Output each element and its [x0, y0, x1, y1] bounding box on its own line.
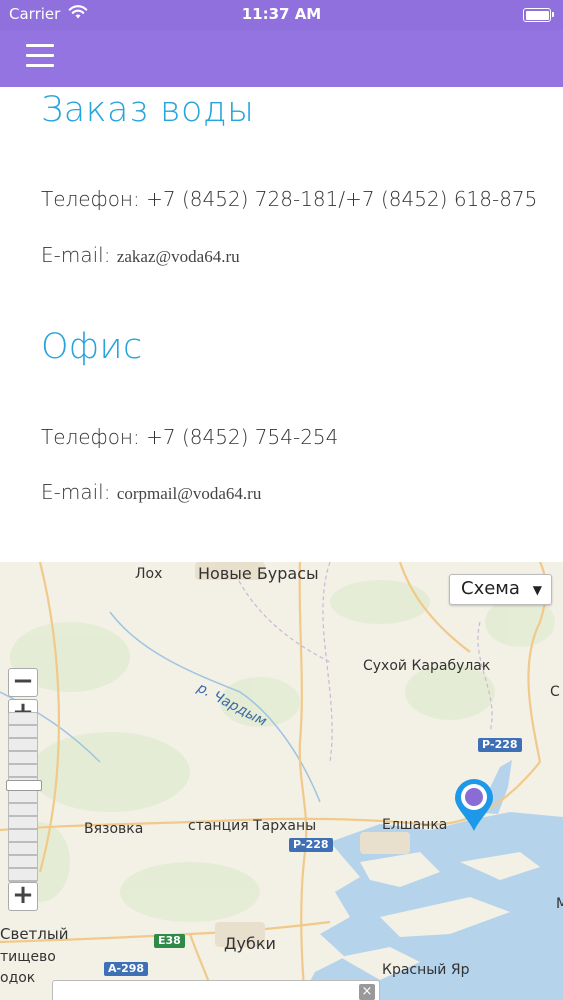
battery-icon	[523, 8, 554, 22]
zoom-out-button[interactable]: −	[8, 668, 38, 697]
map-label-sukhoy-karabulak: Сухой Карабулак	[363, 658, 491, 674]
office-email-link[interactable]: corpmail@voda64.ru	[117, 484, 262, 503]
map-type-label: Схема	[461, 578, 520, 599]
map-label-lokh: Лох	[135, 566, 163, 582]
zoom-in-bottom-button[interactable]: +	[8, 882, 38, 911]
clock: 11:37 AM	[241, 5, 322, 23]
order-phone-label: Телефон:	[41, 187, 147, 211]
road-badge-a298: А-298	[104, 962, 149, 976]
map-label-odok: одок	[0, 970, 36, 986]
map-label-vyazovka: Вязовка	[84, 821, 144, 837]
close-icon[interactable]: ×	[359, 984, 375, 1000]
order-section-title: Заказ воды	[41, 90, 255, 130]
map-label-krasny-yar: Красный Яр	[382, 962, 470, 978]
office-section-title: Офис	[41, 327, 143, 367]
office-phone-label: Телефон:	[41, 425, 147, 449]
location-map[interactable]: Лох Новые Бурасы Сухой Карабулак С р. Ча…	[0, 562, 563, 1000]
order-phone-line: Телефон: +7 (8452) 728-181/+7 (8452) 618…	[41, 187, 537, 211]
order-phone-value[interactable]: +7 (8452) 728-181/+7 (8452) 618-875	[146, 187, 537, 211]
status-bar: Carrier 11:37 AM	[0, 0, 563, 30]
office-email-label: E-mail:	[41, 480, 117, 504]
map-label-tarkhany: станция Тарханы	[188, 818, 317, 834]
top-navbar	[0, 30, 563, 87]
map-label-novye-burasy: Новые Бурасы	[198, 564, 319, 583]
map-label-m-edge: М	[556, 896, 563, 912]
map-label-svetly: Светлый	[0, 925, 69, 943]
map-label-dubki: Дубки	[224, 934, 276, 953]
road-badge-r228-top: Р-228	[478, 738, 522, 752]
office-phone-value[interactable]: +7 (8452) 754-254	[146, 425, 338, 449]
map-label-s-edge: С	[550, 684, 560, 700]
map-info-box: ×	[52, 980, 380, 1000]
map-label-elshanka: Елшанка	[382, 817, 448, 833]
office-phone-line: Телефон: +7 (8452) 754-254	[41, 425, 338, 449]
zoom-slider-track[interactable]	[8, 712, 38, 882]
zoom-slider-handle[interactable]	[6, 780, 42, 791]
order-email-line: E-mail: zakaz@voda64.ru	[41, 243, 240, 267]
road-badge-e38: E38	[154, 934, 185, 948]
road-badge-r228-mid: Р-228	[289, 838, 333, 852]
chevron-down-icon: ▼	[532, 583, 542, 597]
office-email-line: E-mail: corpmail@voda64.ru	[41, 480, 261, 504]
map-type-dropdown[interactable]: Схема ▼	[449, 574, 552, 605]
order-email-label: E-mail:	[41, 243, 117, 267]
map-label-tishchevo: тищево	[0, 949, 56, 965]
hamburger-menu-icon[interactable]	[26, 44, 54, 68]
order-email-link[interactable]: zakaz@voda64.ru	[117, 247, 240, 266]
